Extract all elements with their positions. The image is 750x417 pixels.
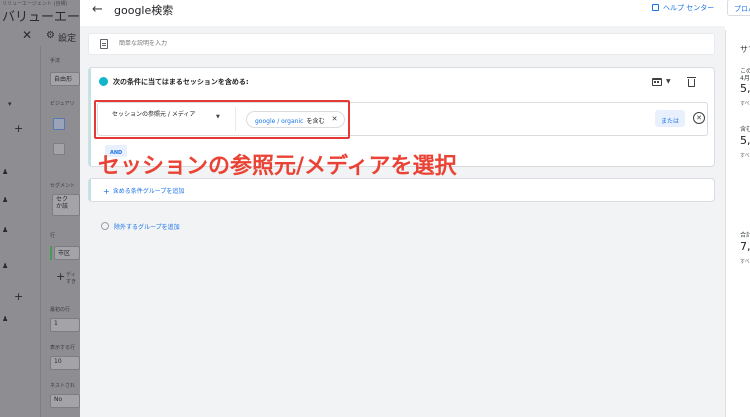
bg-divider bbox=[40, 46, 41, 417]
bg-row-item: 市区 bbox=[54, 246, 80, 260]
group-accent-bar bbox=[89, 68, 91, 166]
group-indicator-dot bbox=[99, 77, 108, 86]
close-icon[interactable]: ✕ bbox=[22, 28, 32, 42]
plus-icon: + bbox=[103, 187, 110, 196]
summary-label: サマ bbox=[740, 45, 750, 54]
bg-first-row-field: 1 bbox=[50, 318, 80, 332]
back-arrow-icon[interactable]: ← bbox=[92, 2, 103, 17]
help-center-label: ヘルプ センター bbox=[663, 4, 715, 12]
bg-table-icon bbox=[53, 118, 65, 130]
bg-bar-icon bbox=[53, 143, 65, 155]
bg-add-icon: + bbox=[14, 290, 24, 303]
header-right-button[interactable]: プロパ bbox=[727, 0, 750, 16]
add-include-group-card[interactable]: + 含める条件グループを追加 bbox=[88, 178, 715, 202]
bg-add-icon: + bbox=[14, 122, 24, 135]
summary-label: 4月 bbox=[740, 75, 750, 82]
trash-icon[interactable] bbox=[687, 76, 696, 87]
annotation-highlight-box bbox=[94, 100, 350, 139]
bg-segment-box: セク か該 bbox=[52, 194, 80, 216]
bg-add-icon: + bbox=[56, 270, 66, 283]
calendar-icon[interactable] bbox=[652, 78, 662, 86]
summary-label: 合計 bbox=[740, 232, 750, 239]
summary-panel: サマ この 4月 5,4 すべ 含む 5,4 すべ 合計 7,2 すべ bbox=[725, 30, 750, 417]
editor-content: 次の条件に当てはまるセッションを含める: ▼ セッションの参照元 / メディア … bbox=[80, 26, 725, 417]
bg-user-icon: ♟ bbox=[2, 262, 9, 270]
bg-technique-field: 自由形 bbox=[50, 72, 80, 86]
bg-section-label: 手法 bbox=[50, 58, 61, 64]
description-card bbox=[88, 33, 715, 55]
summary-value: 5,4 bbox=[740, 82, 750, 95]
remove-condition-icon[interactable]: ✕ bbox=[693, 112, 705, 124]
group-accent-bar bbox=[89, 179, 91, 201]
description-input[interactable] bbox=[119, 40, 519, 47]
bg-settings-label: 設定 bbox=[58, 34, 77, 44]
add-include-group-link[interactable]: + 含める条件グループを追加 bbox=[103, 186, 184, 196]
bg-row-marker bbox=[50, 246, 52, 260]
background-panel: リリューエージェント (自構) バリューエージェ ✕ ⚙ 設定 ▾ + ♟ ♟ … bbox=[0, 0, 80, 417]
exclude-group-icon bbox=[101, 222, 109, 230]
bg-user-icon: ♟ bbox=[2, 168, 9, 176]
bg-title: バリューエージェ bbox=[2, 10, 80, 25]
bg-user-icon: ♟ bbox=[2, 226, 9, 234]
gear-icon: ⚙ bbox=[46, 30, 55, 41]
segment-editor: ← google検索 ヘルプ センター プロパ 次の条件に当てはまるセッションを… bbox=[80, 0, 750, 417]
summary-link[interactable]: すべ bbox=[740, 152, 750, 159]
chevron-down-icon: ▾ bbox=[8, 100, 12, 108]
or-button[interactable]: または bbox=[655, 110, 685, 127]
bg-section-label: 最初の行 bbox=[50, 307, 71, 313]
bg-user-icon: ♟ bbox=[2, 315, 9, 323]
bg-user-icon: ♟ bbox=[2, 196, 9, 204]
bg-section-label: ビジュアリ bbox=[50, 101, 75, 107]
help-center-link[interactable]: ヘルプ センター bbox=[652, 3, 714, 13]
bg-row-add-text: ディ すき bbox=[66, 272, 77, 285]
page-title: google検索 bbox=[114, 4, 174, 17]
add-include-group-label: 含める条件グループを追加 bbox=[112, 188, 185, 195]
bg-rows-field: 10 bbox=[50, 356, 80, 370]
annotation-text: セッションの参照元/メディアを選択 bbox=[98, 154, 457, 179]
summary-link[interactable]: すべ bbox=[740, 100, 750, 107]
summary-value: 5,4 bbox=[740, 134, 750, 147]
summary-link[interactable]: すべ bbox=[740, 258, 750, 265]
bg-nested-field: No bbox=[50, 394, 80, 408]
document-icon bbox=[100, 39, 108, 49]
bg-section-label: セグメント bbox=[50, 183, 76, 189]
condition-group-title: 次の条件に当てはまるセッションを含める: bbox=[113, 78, 249, 86]
chevron-down-icon[interactable]: ▼ bbox=[666, 78, 671, 85]
bg-section-label: 表示する行 bbox=[50, 345, 76, 351]
add-exclude-group-link[interactable]: 除外するグループを追加 bbox=[114, 222, 180, 231]
summary-label: 含む bbox=[740, 126, 750, 133]
summary-value: 7,2 bbox=[740, 240, 750, 253]
bg-section-label: ネストされ bbox=[50, 383, 76, 389]
bg-section-label: 行 bbox=[50, 233, 56, 239]
external-link-icon bbox=[652, 4, 659, 11]
